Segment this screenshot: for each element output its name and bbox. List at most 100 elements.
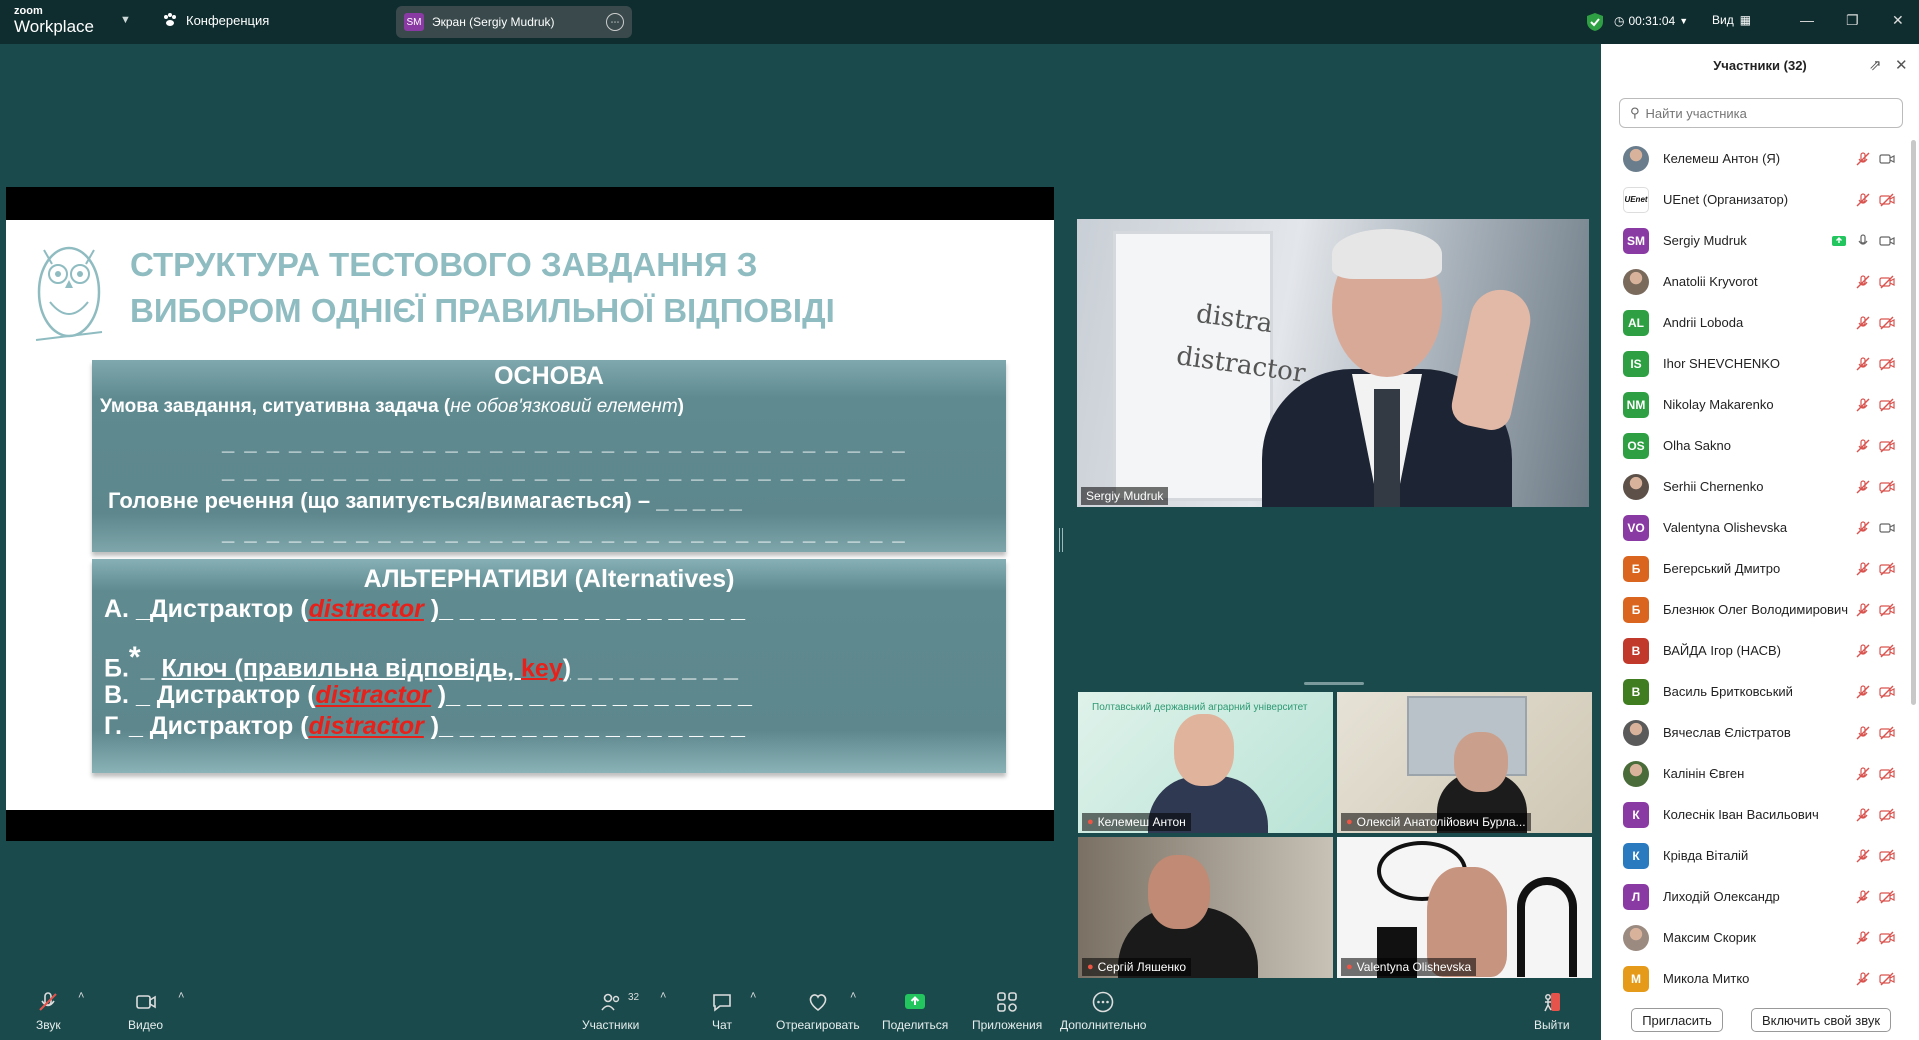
participants-panel: Участники (32) ⇗ ✕ ⚲ Келемеш Антон (Я)UE…	[1601, 44, 1919, 1040]
people-icon	[601, 993, 619, 1011]
avatar	[1623, 719, 1649, 746]
resize-handle[interactable]	[1304, 682, 1364, 685]
participant-name: Максим Скорик	[1663, 930, 1756, 945]
mic-muted-icon	[1856, 397, 1870, 411]
maximize-icon[interactable]: ❐	[1846, 12, 1859, 29]
chevron-up-icon[interactable]: ˄	[750, 990, 756, 1002]
video-tile[interactable]: ● Олексій Анатолійович Бурла...	[1337, 692, 1592, 833]
avatar: VO	[1623, 514, 1649, 541]
camera-off-icon	[1879, 644, 1895, 657]
camera-off-icon	[1879, 972, 1895, 985]
participant-row[interactable]: Serhii Chernenko	[1601, 466, 1919, 507]
more-icon[interactable]: ⋯	[606, 13, 624, 31]
participant-row[interactable]: VO Valentyna Olishevska	[1601, 507, 1919, 548]
mic-muted-icon	[1856, 889, 1870, 903]
screen-share-tab[interactable]: SM Экран (Sergiy Mudruk) ⋯	[396, 6, 632, 38]
participant-row[interactable]: IS Ihor SHEVCHENKO	[1601, 343, 1919, 384]
video-tile[interactable]: Полтавський державний аграрний університ…	[1078, 692, 1333, 833]
mic-muted-icon	[1856, 438, 1870, 452]
react-button[interactable]: Отреагировать	[776, 990, 860, 1032]
participant-row[interactable]: Калінін Євген	[1601, 753, 1919, 794]
heart-icon	[809, 994, 827, 1012]
participant-row[interactable]: Келемеш Антон (Я)	[1601, 138, 1919, 179]
participant-row[interactable]: Б Бегерський Дмитро	[1601, 548, 1919, 589]
view-button[interactable]: Вид ▦	[1712, 13, 1751, 27]
participant-row[interactable]: OS Olha Sakno	[1601, 425, 1919, 466]
avatar: Б	[1623, 596, 1649, 623]
meeting-timer[interactable]: ◷ 00:31:04 ▼	[1614, 14, 1688, 28]
participant-row[interactable]: Вячеслав Єлістратов	[1601, 712, 1919, 753]
speaker-video[interactable]: distra distractor Sergiy Mudruk	[1077, 219, 1589, 507]
person-face	[1148, 855, 1210, 929]
presentation-slide: СТРУКТУРА ТЕСТОВОГО ЗАВДАННЯ З ВИБОРОМ О…	[6, 220, 1054, 810]
avatar: М	[1623, 965, 1649, 992]
participant-row[interactable]: В Василь Бритковський	[1601, 671, 1919, 712]
share-button[interactable]: Поделиться	[882, 990, 948, 1032]
chevron-up-icon[interactable]: ˄	[78, 990, 84, 1002]
mic-muted-icon	[1856, 520, 1870, 534]
participant-status	[1855, 684, 1895, 700]
participant-row[interactable]: К Колеснік Іван Васильович	[1601, 794, 1919, 835]
participant-row[interactable]: К Крівда Віталій	[1601, 835, 1919, 876]
participant-row[interactable]: Anatolii Kryvorot	[1601, 261, 1919, 302]
participant-row[interactable]: NM Nikolay Makarenko	[1601, 384, 1919, 425]
audio-button[interactable]: Звук	[36, 990, 61, 1032]
resize-handle[interactable]	[1059, 528, 1063, 552]
mic-muted-icon: ●	[1346, 961, 1353, 973]
participant-row[interactable]: Л Лиходій Олександр	[1601, 876, 1919, 917]
camera-icon	[1879, 235, 1895, 246]
participant-row[interactable]: AL Andrii Loboda	[1601, 302, 1919, 343]
participant-row[interactable]: Б Блезнюк Олег Володимирович	[1601, 589, 1919, 630]
mic-muted-icon	[1856, 684, 1870, 698]
minimize-icon[interactable]: —	[1800, 12, 1814, 28]
close-icon[interactable]: ✕	[1895, 56, 1908, 74]
chevron-down-icon: ▼	[1679, 16, 1689, 26]
video-tile[interactable]: ● Сергій Ляшенко	[1078, 837, 1333, 978]
scrollbar[interactable]	[1911, 140, 1916, 705]
chevron-up-icon[interactable]: ˄	[178, 990, 184, 1002]
leave-button[interactable]: Выйти	[1534, 990, 1570, 1032]
meeting-info-button[interactable]: Конференция	[162, 12, 269, 28]
blank-line: _ _ _ _ _ _ _ _ _ _ _ _ _ _ _ _ _ _ _ _ …	[222, 520, 907, 545]
participant-status	[1855, 725, 1895, 741]
participant-status	[1855, 971, 1895, 987]
participant-name: Калінін Євген	[1663, 766, 1745, 781]
participant-row[interactable]: UEnet UEnet (Организатор)	[1601, 179, 1919, 220]
video-button[interactable]: Видео	[128, 990, 163, 1032]
participant-row[interactable]: В ВАЙДА Ігор (НАСВ)	[1601, 630, 1919, 671]
participant-name: Лиходій Олександр	[1663, 889, 1780, 904]
paw-icon	[164, 13, 176, 26]
mic-muted-icon	[1856, 479, 1870, 493]
shield-icon[interactable]	[1586, 12, 1604, 32]
participant-name: UEnet (Организатор)	[1663, 192, 1789, 207]
participant-row[interactable]: Максим Скорик	[1601, 917, 1919, 958]
participant-name: Колеснік Іван Васильович	[1663, 807, 1819, 822]
participant-name: Nikolay Makarenko	[1663, 397, 1774, 412]
mic-muted-icon	[1856, 315, 1870, 329]
invite-button[interactable]: Пригласить	[1631, 1008, 1723, 1032]
chevron-up-icon[interactable]: ˄	[850, 990, 856, 1002]
unmute-self-button[interactable]: Включить свой звук	[1751, 1008, 1891, 1032]
close-icon[interactable]: ✕	[1892, 12, 1904, 29]
apps-button[interactable]: Приложения	[972, 990, 1042, 1032]
popout-icon[interactable]: ⇗	[1869, 56, 1882, 74]
camera-off-icon	[1879, 808, 1895, 821]
chevron-up-icon[interactable]: ˄	[660, 990, 666, 1002]
avatar: Л	[1623, 883, 1649, 910]
search-field[interactable]: ⚲	[1619, 98, 1903, 128]
participant-row[interactable]: М Микола Митко	[1601, 958, 1919, 999]
camera-off-icon	[1879, 439, 1895, 452]
panel-footer: Пригласить Включить свой звук	[1601, 1004, 1919, 1040]
search-input[interactable]	[1645, 105, 1886, 121]
name-tag: ● Олексій Анатолійович Бурла...	[1341, 813, 1531, 831]
more-button[interactable]: Дополнительно	[1060, 990, 1146, 1032]
video-tile[interactable]: ● Valentyna Olishevska	[1337, 837, 1592, 978]
alternative-b: Б.*_ Ключ (правильна відповідь, key) _ _…	[104, 641, 738, 683]
chat-button[interactable]: Чат	[710, 990, 734, 1032]
chevron-down-icon[interactable]: ▼	[120, 14, 131, 26]
chat-icon	[713, 994, 731, 1012]
camera-off-icon	[1879, 562, 1895, 575]
participant-row[interactable]: SM Sergiy Mudruk	[1601, 220, 1919, 261]
participant-status	[1855, 561, 1895, 577]
mic-muted-icon: ●	[1346, 816, 1353, 828]
